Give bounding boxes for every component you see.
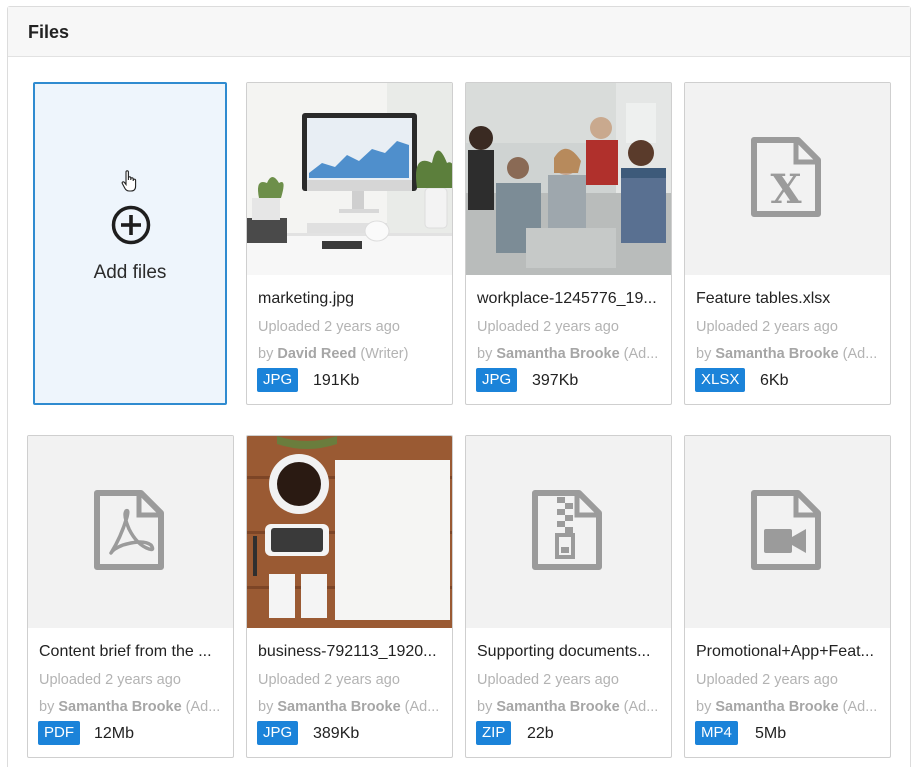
upload-date: Uploaded 2 years ago: [39, 672, 181, 688]
file-thumbnail: [466, 83, 671, 275]
author-role: (Ad...: [838, 346, 878, 362]
file-thumbnail: X: [685, 83, 890, 275]
file-type-badge: ZIP: [476, 721, 512, 745]
file-size: 389Kb: [313, 725, 360, 742]
author-name: Samantha Brooke: [715, 699, 839, 715]
by-label: by: [696, 346, 712, 362]
upload-date: Uploaded 2 years ago: [477, 672, 619, 688]
file-name: Feature tables.xlsx: [696, 290, 831, 307]
file-name: marketing.jpg: [258, 290, 355, 307]
file-type-badge: JPG: [257, 721, 299, 745]
uploaded-by: by Samantha Brooke (Ad...: [39, 699, 225, 715]
author-name: David Reed: [277, 346, 357, 362]
file-type-badge: MP4: [695, 721, 738, 745]
file-size: 6Kb: [760, 372, 789, 389]
file-name: Promotional+App+Feat...: [696, 643, 874, 660]
upload-date: Uploaded 2 years ago: [258, 672, 400, 688]
file-card-marketing[interactable]: marketing.jpg Uploaded 2 years ago by Da…: [246, 82, 453, 405]
zip-file-icon: [532, 490, 602, 570]
uploaded-by: by Samantha Brooke (Ad...: [477, 346, 663, 362]
file-thumbnail: [466, 436, 671, 628]
file-thumbnail: [247, 436, 452, 628]
file-card-business[interactable]: business-792113_1920... Uploaded 2 years…: [246, 435, 453, 758]
file-type-badge: JPG: [476, 368, 518, 392]
coffee-desk-photo: [247, 436, 452, 628]
file-size: 397Kb: [532, 372, 579, 389]
upload-date: Uploaded 2 years ago: [696, 672, 838, 688]
author-name: Samantha Brooke: [715, 346, 839, 362]
office-meeting-photo: [466, 83, 671, 275]
upload-date: Uploaded 2 years ago: [477, 319, 619, 335]
add-files-button[interactable]: Add files: [33, 82, 227, 405]
author-role: (Ad...: [619, 699, 659, 715]
panel-title: Files: [28, 22, 70, 42]
uploaded-by: by Samantha Brooke (Ad...: [258, 699, 444, 715]
file-name: workplace-1245776_19...: [477, 290, 657, 307]
excel-file-icon: X: [751, 137, 821, 217]
author-name: Samantha Brooke: [496, 346, 620, 362]
by-label: by: [258, 699, 274, 715]
by-label: by: [696, 699, 712, 715]
file-size: 191Kb: [313, 372, 360, 389]
uploaded-by: by Samantha Brooke (Ad...: [696, 699, 882, 715]
file-name: Supporting documents...: [477, 643, 651, 660]
by-label: by: [477, 699, 493, 715]
by-label: by: [477, 346, 493, 362]
file-name: Content brief from the ...: [39, 643, 212, 660]
file-size: 22b: [527, 725, 554, 742]
author-role: (Ad...: [400, 699, 440, 715]
file-size: 12Mb: [94, 725, 135, 742]
file-card-feature-tables[interactable]: X Feature tables.xlsx Uploaded 2 years a…: [684, 82, 891, 405]
upload-date: Uploaded 2 years ago: [258, 319, 400, 335]
uploaded-by: by David Reed (Writer): [258, 346, 444, 362]
by-label: by: [39, 699, 55, 715]
file-card-workplace[interactable]: workplace-1245776_19... Uploaded 2 years…: [465, 82, 672, 405]
file-card-supporting-documents[interactable]: Supporting documents... Uploaded 2 years…: [465, 435, 672, 758]
file-thumbnail: [28, 436, 233, 628]
file-card-content-brief[interactable]: Content brief from the ... Uploaded 2 ye…: [27, 435, 234, 758]
file-thumbnail: [247, 83, 452, 275]
video-file-icon: [751, 490, 821, 570]
svg-text:X: X: [770, 166, 801, 213]
uploaded-by: by Samantha Brooke (Ad...: [477, 699, 663, 715]
file-size: 5Mb: [755, 725, 787, 742]
by-label: by: [258, 346, 274, 362]
author-role: (Ad...: [181, 699, 221, 715]
file-thumbnail: [685, 436, 890, 628]
upload-date: Uploaded 2 years ago: [696, 319, 838, 335]
author-name: Samantha Brooke: [496, 699, 620, 715]
file-name: business-792113_1920...: [258, 643, 437, 660]
panel-header: Files: [8, 7, 910, 57]
add-circle-icon: [111, 205, 151, 245]
author-name: Samantha Brooke: [277, 699, 401, 715]
hand-cursor-icon: [121, 170, 137, 192]
pdf-file-icon: [94, 490, 164, 570]
file-type-badge: XLSX: [695, 368, 746, 392]
author-role: (Ad...: [619, 346, 659, 362]
desk-computer-photo: [247, 83, 452, 275]
file-card-promotional[interactable]: Promotional+App+Feat... Uploaded 2 years…: [684, 435, 891, 758]
uploaded-by: by Samantha Brooke (Ad...: [696, 346, 882, 362]
author-role: (Writer): [356, 346, 409, 362]
file-type-badge: JPG: [257, 368, 299, 392]
author-role: (Ad...: [838, 699, 878, 715]
author-name: Samantha Brooke: [58, 699, 182, 715]
add-files-label: Add files: [93, 262, 167, 283]
file-type-badge: PDF: [38, 721, 80, 745]
